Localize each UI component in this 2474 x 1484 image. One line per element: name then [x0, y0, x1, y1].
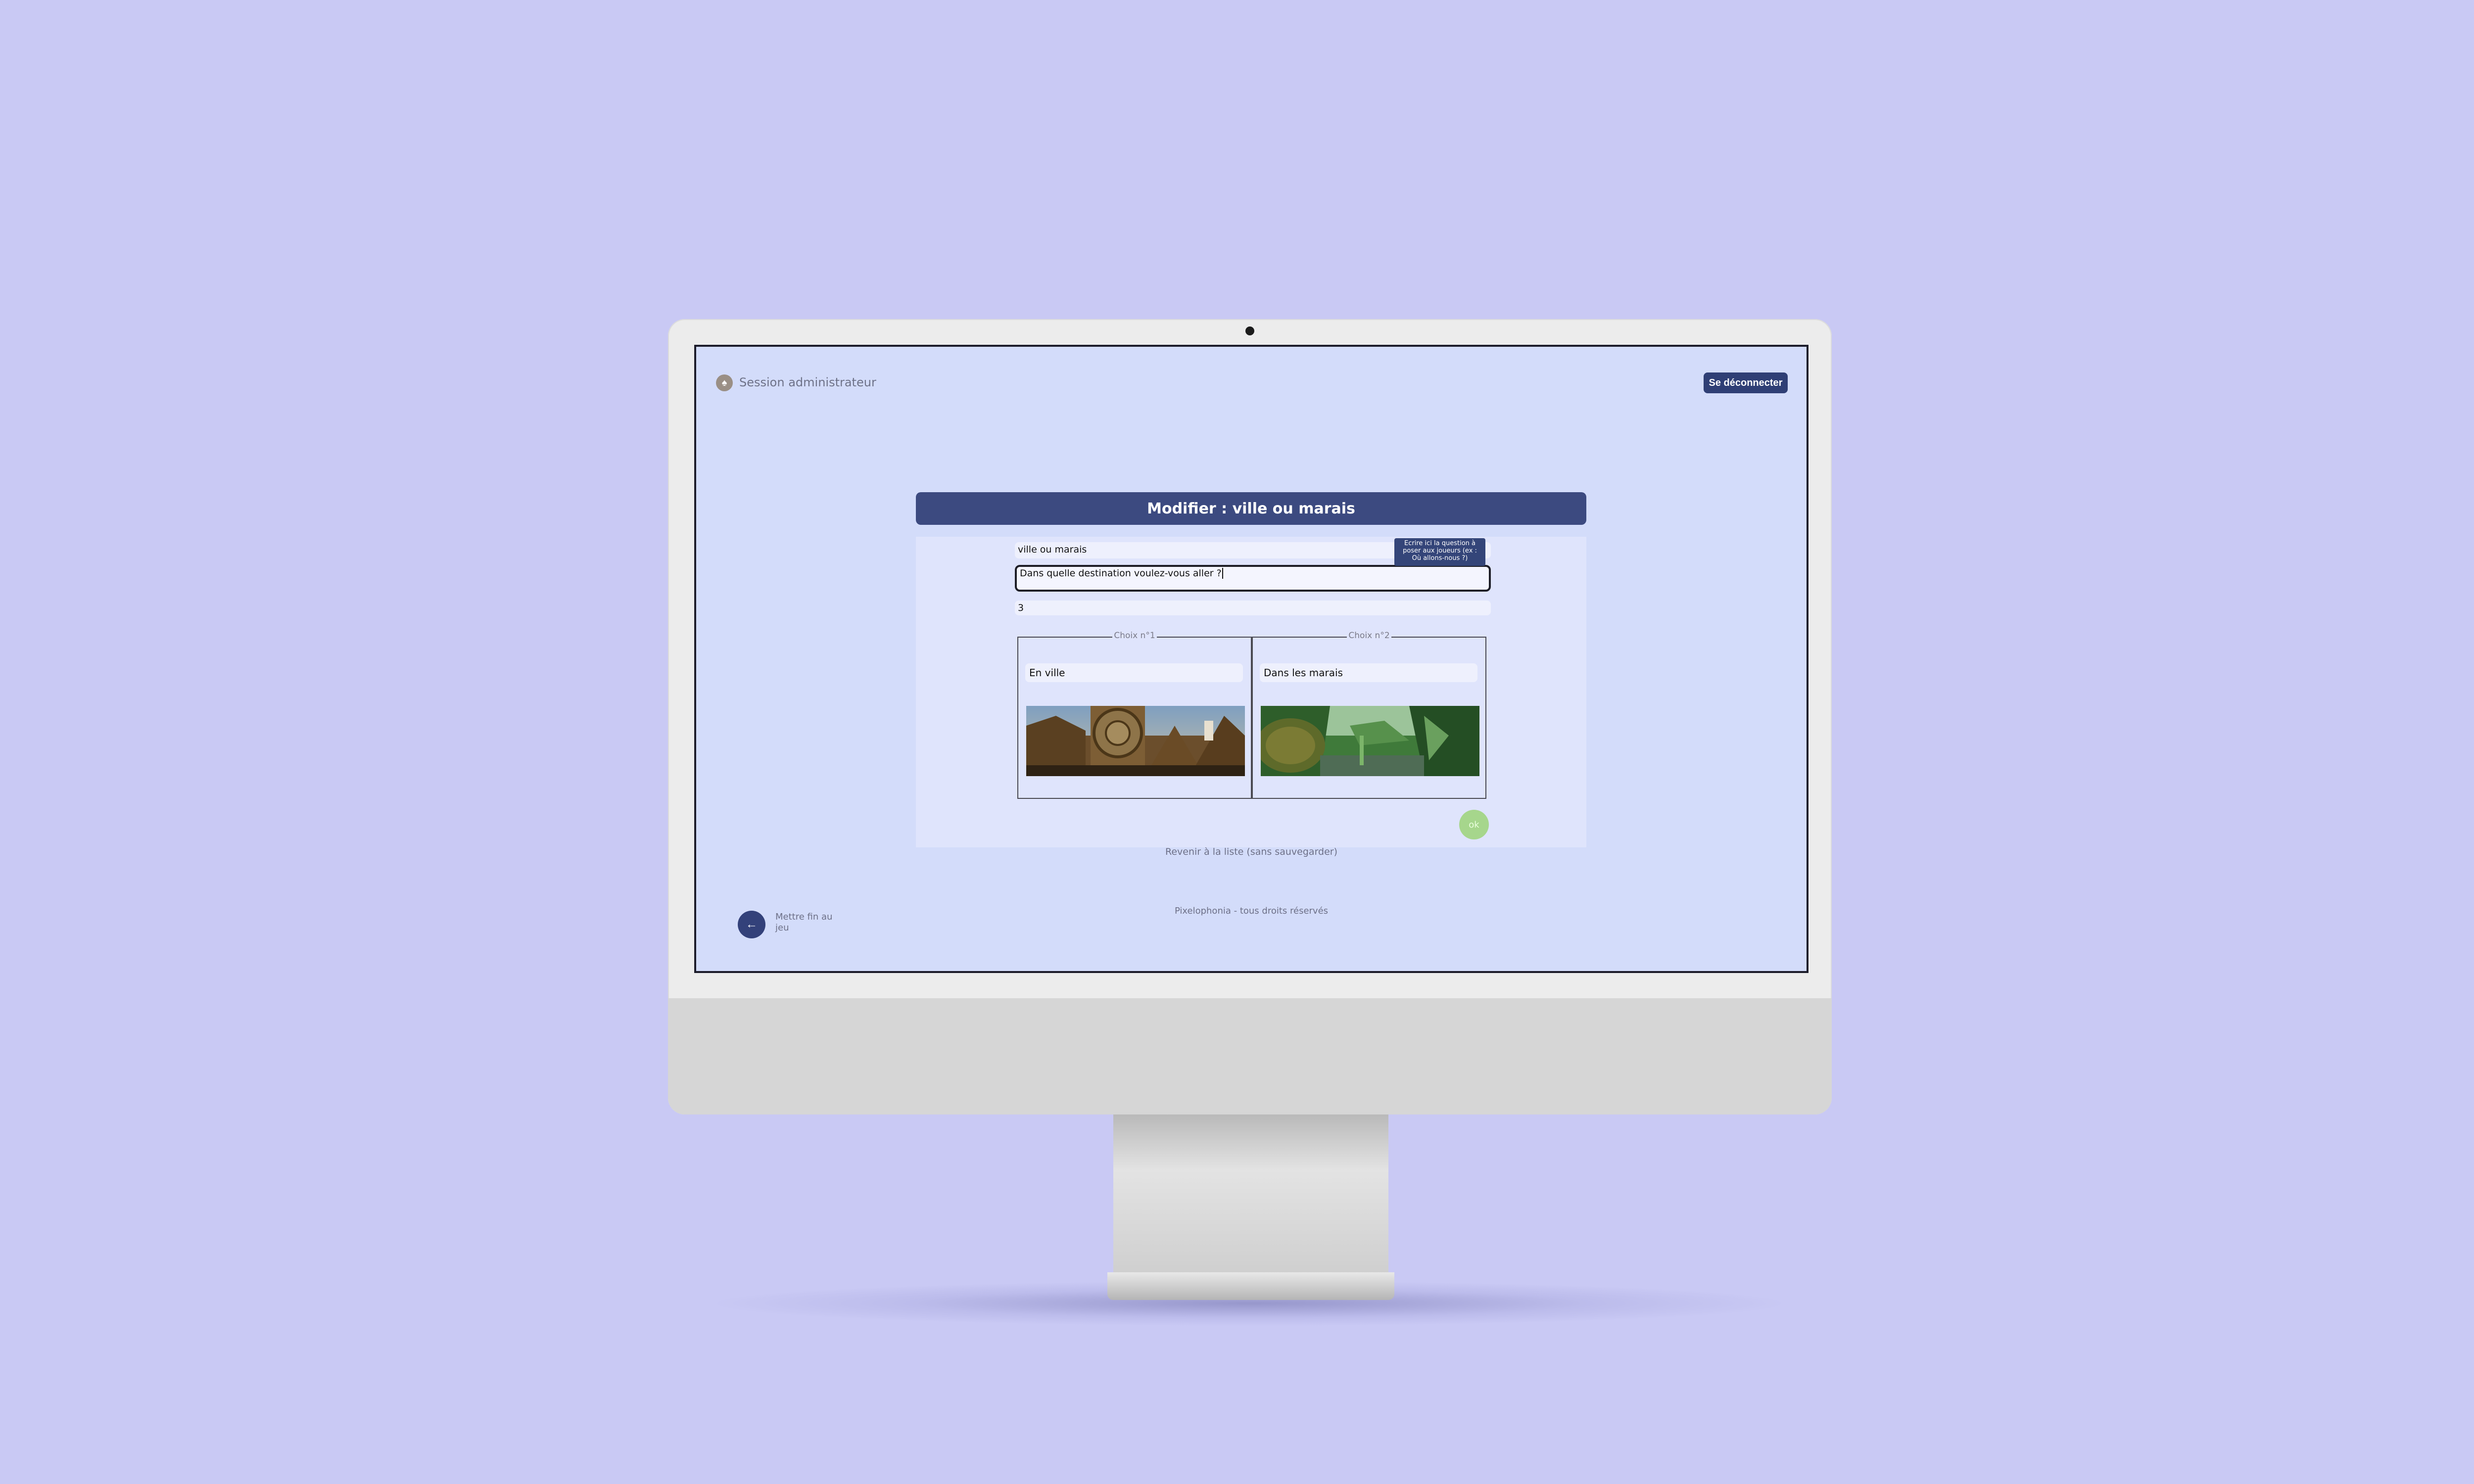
choice-input-1[interactable]: En ville: [1025, 663, 1243, 682]
back-to-list-label[interactable]: Revenir à la liste (sans sauvegarder): [1165, 846, 1337, 857]
admin-avatar-icon: ♠: [716, 374, 733, 391]
swamp-scene-image[interactable]: [1261, 706, 1479, 776]
tooltip-line: Où allons-nous ?): [1412, 555, 1468, 562]
camera-icon: [1245, 326, 1254, 335]
end-game-label[interactable]: Mettre fin au jeu: [775, 912, 845, 933]
number-field[interactable]: 3: [1015, 601, 1491, 615]
back-to-list-link[interactable]: Revenir à la liste (sans sauvegarder): [696, 846, 1807, 857]
tooltip-line: Ecrire ici la question à: [1404, 540, 1475, 547]
choice-legend-2: Choix n°2: [1253, 631, 1485, 641]
ok-button[interactable]: ok: [1459, 810, 1489, 839]
page-title: Modifier : ville ou marais: [916, 492, 1586, 525]
tooltip-line: poser aux joueurs (ex :: [1403, 547, 1477, 555]
screen: ♠ Session administrateur Se déconnecter …: [694, 345, 1808, 973]
arrow-left-icon[interactable]: ←: [738, 911, 765, 938]
choice-group-1: Choix n°1 En ville: [1017, 631, 1252, 799]
monitor-chin: [668, 998, 1832, 1114]
question-field-text: Dans quelle destination voulez-vous alle…: [1020, 568, 1222, 579]
town-scene-image[interactable]: [1026, 706, 1245, 776]
choice-input-2[interactable]: Dans les marais: [1260, 663, 1477, 682]
logout-button[interactable]: Se déconnecter: [1704, 372, 1788, 393]
monitor-stand-foot: [1107, 1272, 1394, 1300]
choice-legend-1: Choix n°1: [1018, 631, 1251, 641]
question-field[interactable]: Dans quelle destination voulez-vous alle…: [1015, 565, 1491, 592]
session-label: Session administrateur: [739, 375, 876, 389]
choice-group-2: Choix n°2 Dans les marais: [1252, 631, 1486, 799]
question-tooltip: Ecrire ici la question à poser aux joueu…: [1394, 538, 1485, 566]
footer-copyright: Pixelophonia - tous droits réservés: [1174, 906, 1329, 916]
monitor-stand: [1113, 1114, 1388, 1274]
top-bar: ♠ Session administrateur Se déconnecter: [696, 347, 1807, 401]
